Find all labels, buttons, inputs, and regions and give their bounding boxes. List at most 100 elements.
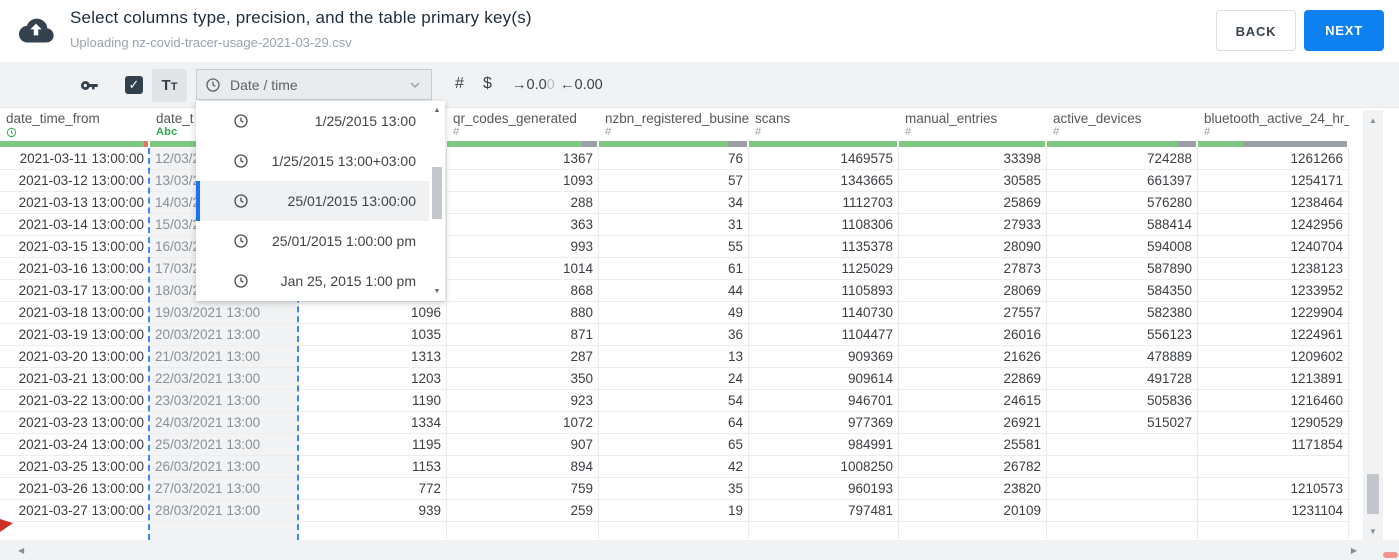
table-cell[interactable]: 1210573 (1198, 478, 1349, 499)
table-cell[interactable]: 2021-03-11 13:00:00 (0, 148, 150, 169)
table-cell[interactable]: 923 (447, 390, 599, 411)
table-cell[interactable]: 1072 (447, 412, 599, 433)
table-cell[interactable]: 1195 (299, 434, 447, 455)
table-cell[interactable]: 1254171 (1198, 170, 1349, 191)
dropdown-item[interactable]: 25/01/2015 13:00:00 (196, 181, 429, 221)
table-cell[interactable]: 36 (599, 324, 749, 345)
table-cell[interactable] (1198, 456, 1349, 477)
table-cell[interactable]: 1209602 (1198, 346, 1349, 367)
table-cell[interactable]: 576280 (1047, 192, 1198, 213)
table-cell[interactable]: 1469575 (749, 148, 899, 169)
table-cell[interactable]: 20/03/2021 13:00 (150, 324, 299, 345)
column-header[interactable]: scans # (749, 108, 899, 141)
table-cell[interactable]: 22/03/2021 13:00 (150, 368, 299, 389)
table-cell[interactable]: 363 (447, 214, 599, 235)
table-cell[interactable]: 2021-03-27 13:00:00 (0, 500, 150, 521)
table-cell[interactable] (899, 522, 1047, 539)
table-cell[interactable]: 287 (447, 346, 599, 367)
table-cell[interactable]: 1224961 (1198, 324, 1349, 345)
table-cell[interactable]: 909614 (749, 368, 899, 389)
table-cell[interactable]: 2021-03-20 13:00:00 (0, 346, 150, 367)
table-cell[interactable]: 505836 (1047, 390, 1198, 411)
table-cell[interactable]: 880 (447, 302, 599, 323)
table-cell[interactable]: 30585 (899, 170, 1047, 191)
table-cell[interactable]: 1190 (299, 390, 447, 411)
table-cell[interactable]: 1135378 (749, 236, 899, 257)
table-cell[interactable]: 1096 (299, 302, 447, 323)
table-cell[interactable]: 21626 (899, 346, 1047, 367)
table-cell[interactable]: 1093 (447, 170, 599, 191)
table-cell[interactable]: 2021-03-24 13:00:00 (0, 434, 150, 455)
dropdown-item[interactable]: 1/25/2015 13:00 (196, 101, 429, 141)
table-cell[interactable]: 57 (599, 170, 749, 191)
scroll-up-icon[interactable]: ▲ (429, 107, 445, 114)
table-cell[interactable]: 907 (447, 434, 599, 455)
scroll-down-icon[interactable]: ▼ (429, 288, 445, 295)
table-cell[interactable]: 24/03/2021 13:00 (150, 412, 299, 433)
table-cell[interactable]: 1112703 (749, 192, 899, 213)
next-button[interactable]: NEXT (1304, 10, 1384, 51)
table-cell[interactable]: 587890 (1047, 258, 1198, 279)
table-cell[interactable]: 1343665 (749, 170, 899, 191)
decimal-increase-button[interactable]: →0.00 (512, 77, 555, 93)
table-cell[interactable]: 2021-03-25 13:00:00 (0, 456, 150, 477)
table-cell[interactable]: 491728 (1047, 368, 1198, 389)
dropdown-item[interactable]: 1/25/2015 13:00+03:00 (196, 141, 429, 181)
table-cell[interactable]: 2021-03-12 13:00:00 (0, 170, 150, 191)
table-cell[interactable]: 28069 (899, 280, 1047, 301)
table-cell[interactable]: 515027 (1047, 412, 1198, 433)
table-cell[interactable]: 1014 (447, 258, 599, 279)
table-cell[interactable]: 1242956 (1198, 214, 1349, 235)
table-cell[interactable]: 909369 (749, 346, 899, 367)
table-cell[interactable]: 1290529 (1198, 412, 1349, 433)
table-cell[interactable]: 2021-03-22 13:00:00 (0, 390, 150, 411)
dropdown-item[interactable]: 25/01/2015 1:00:00 pm (196, 221, 429, 261)
text-format-button[interactable]: TT (152, 69, 187, 102)
table-cell[interactable] (0, 522, 150, 539)
table-cell[interactable]: 24 (599, 368, 749, 389)
primary-key-icon[interactable] (77, 74, 100, 97)
column-header[interactable]: qr_codes_generated # (447, 108, 599, 141)
column-header[interactable]: bluetooth_active_24_hr_ # (1198, 108, 1349, 141)
mini-scrollbar-thumb[interactable] (1383, 552, 1398, 558)
table-cell[interactable]: 1104477 (749, 324, 899, 345)
table-cell[interactable]: 34 (599, 192, 749, 213)
table-cell[interactable]: 1125029 (749, 258, 899, 279)
table-cell[interactable]: 1334 (299, 412, 447, 433)
horizontal-scrollbar[interactable]: ◀ ▶ (0, 540, 1363, 560)
table-cell[interactable]: 1008250 (749, 456, 899, 477)
table-cell[interactable]: 64 (599, 412, 749, 433)
table-cell[interactable] (1047, 522, 1198, 539)
table-cell[interactable]: 1261266 (1198, 148, 1349, 169)
scroll-down-button[interactable]: ▼ (1363, 527, 1383, 536)
table-cell[interactable]: 1105893 (749, 280, 899, 301)
table-cell[interactable]: 772 (299, 478, 447, 499)
table-cell[interactable]: 1238123 (1198, 258, 1349, 279)
table-cell[interactable]: 1238464 (1198, 192, 1349, 213)
table-cell[interactable]: 26921 (899, 412, 1047, 433)
table-cell[interactable]: 42 (599, 456, 749, 477)
table-cell[interactable]: 65 (599, 434, 749, 455)
table-cell[interactable] (1047, 500, 1198, 521)
table-cell[interactable]: 1213891 (1198, 368, 1349, 389)
table-cell[interactable]: 27557 (899, 302, 1047, 323)
type-select[interactable]: Date / time (196, 69, 432, 100)
table-cell[interactable]: 871 (447, 324, 599, 345)
table-cell[interactable]: 939 (299, 500, 447, 521)
decimal-decrease-button[interactable]: ←0.00 (560, 77, 603, 93)
table-cell[interactable]: 588414 (1047, 214, 1198, 235)
table-cell[interactable]: 288 (447, 192, 599, 213)
table-cell[interactable]: 25869 (899, 192, 1047, 213)
table-cell[interactable]: 2021-03-26 13:00:00 (0, 478, 150, 499)
table-cell[interactable]: 1171854 (1198, 434, 1349, 455)
table-cell[interactable]: 724288 (1047, 148, 1198, 169)
table-cell[interactable]: 2021-03-18 13:00:00 (0, 302, 150, 323)
table-cell[interactable]: 26016 (899, 324, 1047, 345)
table-cell[interactable]: 1313 (299, 346, 447, 367)
table-cell[interactable]: 1140730 (749, 302, 899, 323)
table-cell[interactable]: 478889 (1047, 346, 1198, 367)
scroll-left-button[interactable]: ◀ (18, 546, 24, 555)
table-cell[interactable]: 2021-03-19 13:00:00 (0, 324, 150, 345)
column-header[interactable]: nzbn_registered_busine # (599, 108, 749, 141)
table-cell[interactable]: 49 (599, 302, 749, 323)
